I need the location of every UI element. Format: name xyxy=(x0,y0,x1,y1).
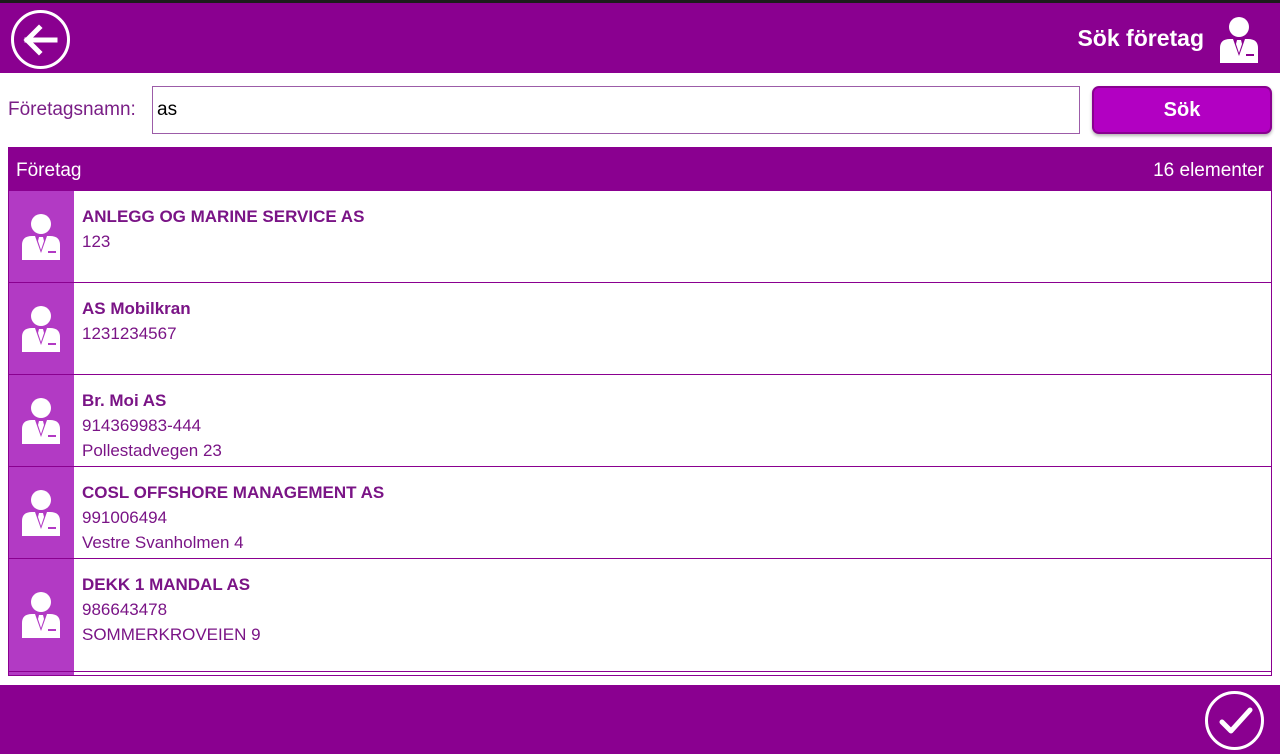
list-count: 16 elementer xyxy=(1153,160,1264,181)
list-header: Företag 16 elementer xyxy=(8,147,1272,191)
arrow-left-icon xyxy=(23,24,58,56)
company-number: 123 xyxy=(82,232,111,251)
avatar xyxy=(9,467,74,558)
list-item[interactable] xyxy=(9,672,1271,675)
avatar xyxy=(9,559,74,671)
company-address: Pollestadvegen 23 xyxy=(82,441,222,460)
company-name-input[interactable] xyxy=(152,86,1080,134)
company-address: SOMMERKROVEIEN 9 xyxy=(82,625,261,644)
back-button[interactable] xyxy=(11,10,70,69)
avatar xyxy=(9,283,74,374)
list-item[interactable]: AS Mobilkran 1231234567 xyxy=(9,283,1271,375)
company-name: ANLEGG OG MARINE SERVICE AS xyxy=(82,207,365,226)
company-name: DEKK 1 MANDAL AS xyxy=(82,575,251,594)
app-footer xyxy=(0,685,1280,754)
businessman-icon xyxy=(22,592,60,638)
company-list[interactable]: ANLEGG OG MARINE SERVICE AS 123 AS Mobil… xyxy=(8,191,1272,676)
avatar xyxy=(9,375,74,466)
company-name: Br. Moi AS xyxy=(82,391,167,410)
avatar xyxy=(9,191,74,282)
company-number: 991006494 xyxy=(82,508,168,527)
avatar xyxy=(9,672,74,675)
list-item[interactable]: Br. Moi AS 914369983-444 Pollestadvegen … xyxy=(9,375,1271,467)
company-address: Vestre Svanholmen 4 xyxy=(82,533,244,552)
company-number: 1231234567 xyxy=(82,324,177,343)
company-number: 914369983-444 xyxy=(82,416,202,435)
businessman-icon xyxy=(1220,17,1258,63)
company-name: COSL OFFSHORE MANAGEMENT AS xyxy=(82,483,385,502)
businessman-icon xyxy=(22,489,60,536)
list-item[interactable]: COSL OFFSHORE MANAGEMENT AS 991006494 Ve… xyxy=(9,467,1271,559)
company-number: 986643478 xyxy=(82,600,168,619)
search-button[interactable]: Sök xyxy=(1092,86,1272,134)
businessman-icon xyxy=(22,397,60,444)
checkmark-icon xyxy=(1219,707,1253,734)
businessman-icon xyxy=(22,213,60,260)
company-name: AS Mobilkran xyxy=(82,299,191,318)
businessman-icon xyxy=(22,305,60,352)
list-item[interactable]: DEKK 1 MANDAL AS 986643478 SOMMERKROVEIE… xyxy=(9,559,1271,672)
list-column-title: Företag xyxy=(16,160,82,181)
app-header: Sök företag xyxy=(0,3,1280,73)
page-title: Sök företag xyxy=(1077,25,1204,51)
list-item[interactable]: ANLEGG OG MARINE SERVICE AS 123 xyxy=(9,191,1271,283)
company-name-label: Företagsnamn: xyxy=(8,99,136,120)
confirm-button[interactable] xyxy=(1205,691,1264,750)
